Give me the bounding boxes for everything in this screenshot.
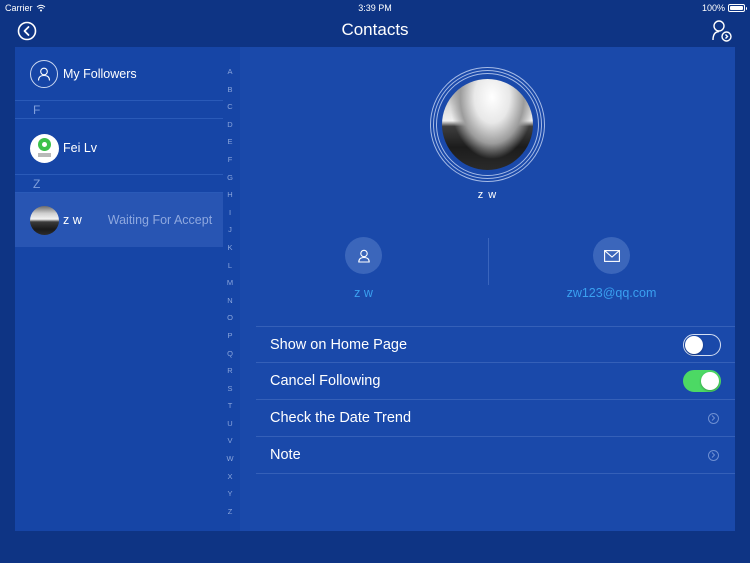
cancel-following-toggle[interactable]	[683, 370, 721, 392]
index-letter-e[interactable]: E	[222, 133, 238, 151]
mail-icon	[593, 237, 630, 274]
index-letter-w[interactable]: W	[222, 450, 238, 468]
email-text: zw123@qq.com	[566, 286, 657, 300]
index-letter-l[interactable]: L	[222, 257, 238, 275]
index-letter-t[interactable]: T	[222, 397, 238, 415]
contact-name: z w	[63, 213, 82, 227]
show-on-home-page-row: Show on Home Page	[256, 326, 735, 363]
index-letter-g[interactable]: G	[222, 169, 238, 187]
contact-status: Waiting For Accept	[107, 213, 213, 227]
battery-icon	[728, 4, 747, 12]
index-letter-h[interactable]: H	[222, 186, 238, 204]
section-header-z: Z	[15, 174, 223, 193]
email-info[interactable]: zw123@qq.com	[488, 237, 735, 300]
index-letter-s[interactable]: S	[222, 380, 238, 398]
index-letter-o[interactable]: O	[222, 309, 238, 327]
user-icon	[345, 237, 382, 274]
index-letter-p[interactable]: P	[222, 327, 238, 345]
my-followers-label: My Followers	[63, 67, 137, 81]
nav-bar: Contacts	[0, 16, 750, 46]
note-row[interactable]: Note	[256, 437, 735, 474]
avatar	[30, 205, 59, 235]
index-letter-r[interactable]: R	[222, 362, 238, 380]
contact-name: Fei Lv	[63, 141, 98, 155]
index-letter-y[interactable]: Y	[222, 485, 238, 503]
profile-avatar[interactable]	[442, 79, 533, 170]
status-bar: Carrier 3:39 PM 100%	[0, 0, 750, 16]
profile-name: z w	[477, 189, 498, 201]
index-letter-c[interactable]: C	[222, 98, 238, 116]
show-on-home-page-toggle[interactable]	[683, 333, 721, 356]
page-title: Contacts	[341, 20, 409, 39]
index-letter-u[interactable]: U	[222, 415, 238, 433]
settings-label: Cancel Following	[270, 373, 381, 389]
settings-label: Note	[270, 447, 301, 463]
check-date-trend-row[interactable]: Check the Date Trend	[256, 400, 735, 437]
index-letter-d[interactable]: D	[222, 116, 238, 134]
status-time: 3:39 PM	[358, 3, 392, 13]
battery-indicator: 100%	[701, 3, 747, 13]
username-text: z w	[354, 286, 373, 300]
chevron-right-icon	[708, 449, 719, 461]
alphabet-index[interactable]: ABCDEFGHIJKLMNOPQRSTUVWXYZ	[222, 63, 238, 518]
settings-label: Check the Date Trend	[270, 410, 412, 426]
index-letter-m[interactable]: M	[222, 274, 238, 292]
avatar	[30, 133, 59, 163]
cancel-following-row: Cancel Following	[256, 363, 735, 400]
settings-label: Show on Home Page	[270, 336, 408, 353]
index-letter-f[interactable]: F	[222, 151, 238, 169]
contact-list-pane: My Followers F Fei Lv Z z w Waiting For …	[15, 47, 240, 531]
index-letter-q[interactable]: Q	[222, 345, 238, 363]
username-info[interactable]: z w	[240, 237, 487, 300]
index-letter-b[interactable]: B	[222, 81, 238, 99]
contact-row-fei-lv[interactable]: Fei Lv	[15, 126, 223, 170]
chevron-right-icon	[708, 412, 719, 424]
index-letter-a[interactable]: A	[222, 63, 238, 81]
section-header-f: F	[15, 100, 223, 119]
index-letter-v[interactable]: V	[222, 432, 238, 450]
contacts-card: My Followers F Fei Lv Z z w Waiting For …	[15, 47, 735, 531]
add-contact-button[interactable]	[711, 19, 733, 43]
index-letter-i[interactable]: I	[222, 204, 238, 222]
location-pin-logo-icon	[38, 137, 51, 151]
profile-avatar-frame	[430, 67, 545, 182]
followers-icon	[30, 60, 58, 88]
index-letter-j[interactable]: J	[222, 221, 238, 239]
contact-detail-pane: z w z w zw123@qq.com Show on Home Page C…	[240, 47, 735, 531]
index-letter-n[interactable]: N	[222, 292, 238, 310]
my-followers-row[interactable]: My Followers	[15, 55, 223, 93]
contact-row-z-w[interactable]: z w Waiting For Accept	[15, 193, 223, 247]
add-contact-icon	[712, 20, 732, 42]
battery-percent: 100%	[701, 3, 725, 13]
index-letter-z[interactable]: Z	[222, 503, 238, 521]
index-letter-k[interactable]: K	[222, 239, 238, 257]
index-letter-x[interactable]: X	[222, 468, 238, 486]
